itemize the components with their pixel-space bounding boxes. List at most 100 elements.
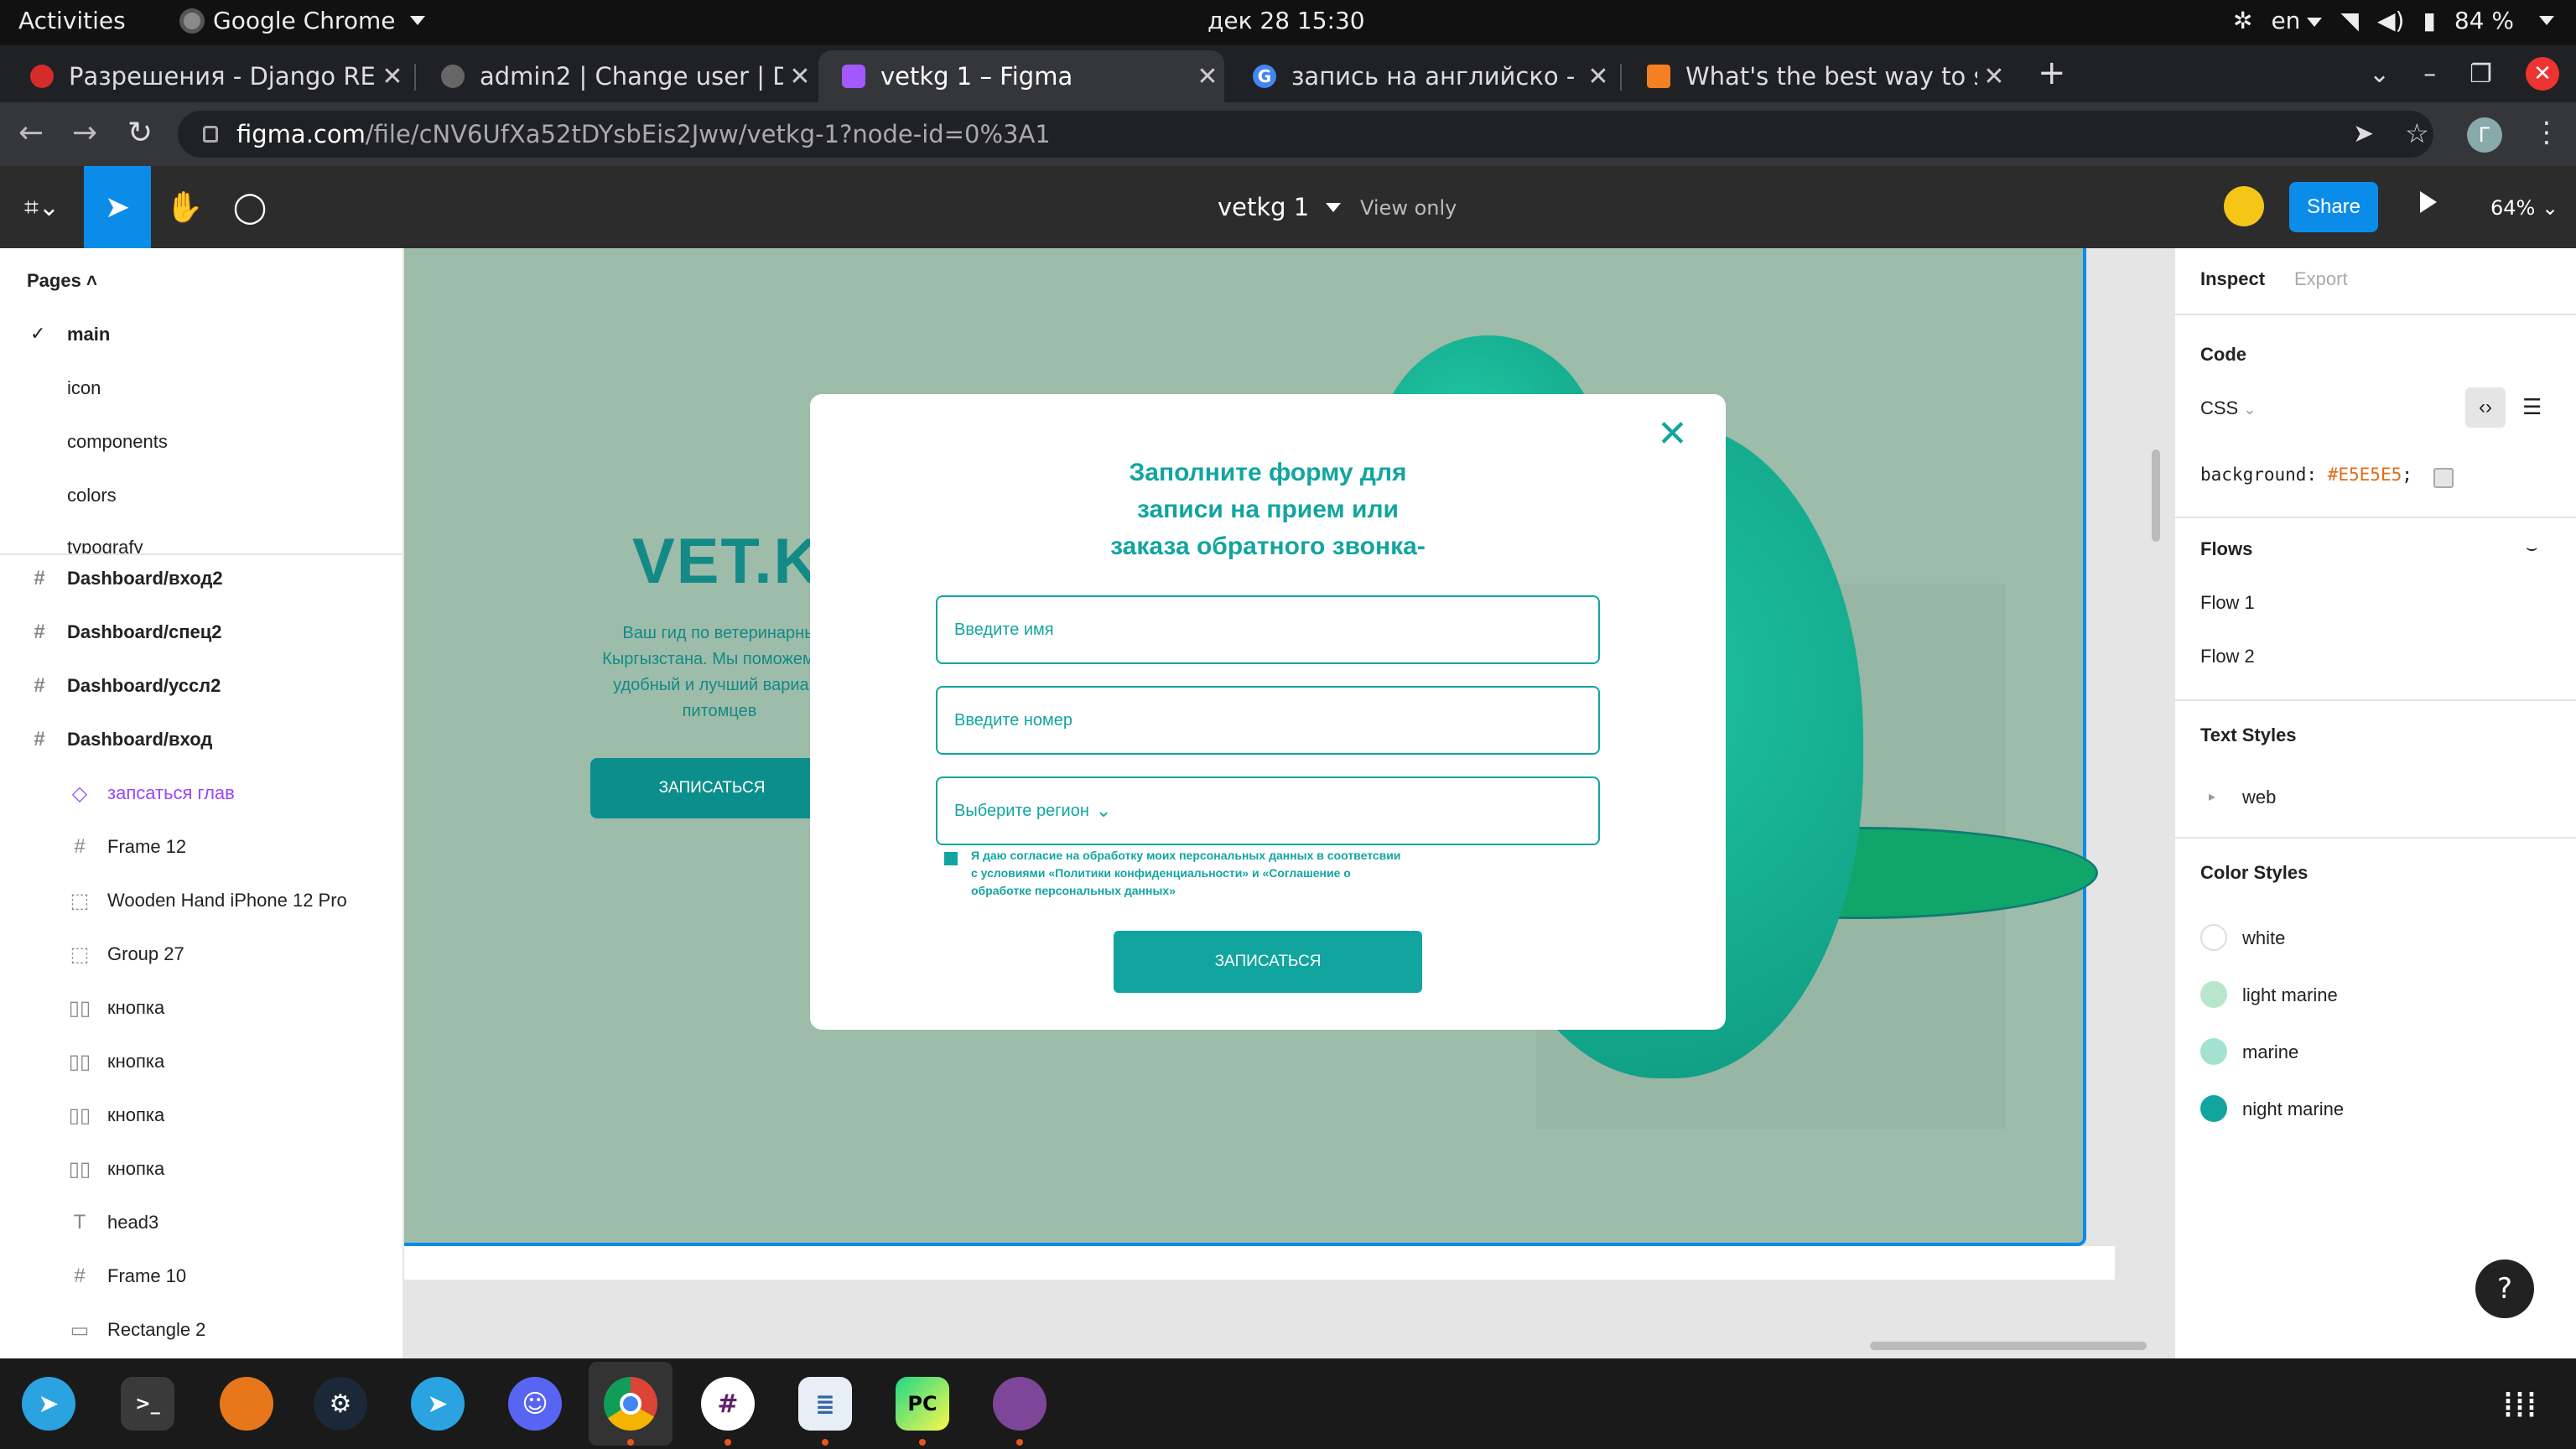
color-style-item[interactable]: light marine [2242, 984, 2338, 1006]
app-menu[interactable]: Google Chrome [179, 7, 426, 34]
layer-row[interactable]: ▭ Rectangle 2 [0, 1303, 402, 1357]
layer-row[interactable]: # Frame 10 [0, 1249, 402, 1303]
help-button[interactable]: ? [2475, 1259, 2534, 1318]
consent-checkbox[interactable] [944, 852, 958, 865]
browser-tab[interactable]: What's the best way to sto ✕ [1623, 50, 2011, 102]
layer-row[interactable]: ▯▯ кнопка [0, 1035, 402, 1088]
browser-menu-icon[interactable]: ⋮ [2532, 116, 2561, 149]
page-item-icon[interactable]: icon [67, 377, 101, 399]
layer-row[interactable]: # Dashboard/уссл2 [0, 659, 402, 713]
file-title[interactable]: vetkg 1 [1218, 193, 1342, 221]
show-applications-icon[interactable]: ⁞⁞⁞ [2502, 1384, 2537, 1426]
layer-row[interactable]: ▯▯ кнопка [0, 981, 402, 1035]
minimize-button[interactable]: – [2423, 60, 2436, 89]
zoom-level[interactable]: 64% ⌄ [2490, 196, 2558, 220]
activities-button[interactable]: Activities [18, 7, 126, 34]
send-icon[interactable]: ➤ [2353, 119, 2374, 148]
design-canvas[interactable]: VET.K Ваш гид по ветеринарны Кыргызстана… [404, 248, 2174, 1358]
layer-row[interactable]: # Frame 12 [0, 820, 402, 874]
close-window-button[interactable]: ✕ [2526, 57, 2559, 91]
color-swatch-white [2200, 924, 2227, 951]
vertical-scrollbar[interactable] [2152, 449, 2160, 542]
browser-tab[interactable]: Разрешения - Django RES ✕ [7, 50, 409, 102]
network-settings-icon[interactable]: ✲ [2233, 7, 2252, 34]
hero-signup-button[interactable]: ЗАПИСАТЬСЯ [590, 758, 834, 818]
lock-icon[interactable] [203, 126, 218, 143]
terminal-icon[interactable]: >_ [121, 1377, 174, 1431]
browser-tab[interactable]: G запись на английско - Пои ✕ [1229, 50, 1615, 102]
expand-caret-icon[interactable]: ▸ [2209, 788, 2215, 805]
pages-header[interactable]: Pages ˄ [27, 270, 97, 292]
selected-frame[interactable]: VET.K Ваш гид по ветеринарны Кыргызстана… [404, 248, 2098, 1246]
layer-row[interactable]: # Dashboard/вход [0, 713, 402, 766]
browser-tab[interactable]: admin2 | Change user | Dja ✕ [418, 50, 817, 102]
browser-tab-active[interactable]: vetkg 1 – Figma ✕ [818, 50, 1224, 102]
color-style-item[interactable]: night marine [2242, 1098, 2344, 1120]
flow-item[interactable]: Flow 2 [2200, 646, 2255, 667]
chrome-icon[interactable] [604, 1377, 657, 1431]
page-item-colors[interactable]: colors [67, 485, 117, 506]
close-tab-icon[interactable]: ✕ [376, 62, 409, 91]
telegram-icon[interactable]: ➤ [411, 1377, 465, 1431]
firefox-icon[interactable] [220, 1377, 273, 1431]
discord-icon[interactable]: ☺ [508, 1377, 562, 1431]
tab-inspect[interactable]: Inspect [2200, 268, 2265, 290]
text-editor-icon[interactable]: ≣ [798, 1377, 852, 1431]
close-tab-icon[interactable]: ✕ [783, 62, 817, 91]
clock[interactable]: дек 28 15:30 [1208, 7, 1365, 34]
comment-tool-icon[interactable]: ◯ [216, 166, 283, 248]
layer-row[interactable]: Thead3 [0, 1196, 402, 1249]
page-item-main[interactable]: main [67, 324, 110, 345]
layer-row[interactable]: ◇ запсаться глав [0, 766, 402, 820]
move-tool-icon[interactable]: ➤ [84, 166, 151, 248]
code-language-select[interactable]: CSS ⌄ [2200, 397, 2256, 419]
forward-button[interactable]: → [72, 116, 97, 150]
new-tab-button[interactable]: + [2038, 54, 2066, 92]
tab-search-icon[interactable]: ⌄ [2369, 60, 2390, 89]
list-view-icon[interactable]: ☰ [2522, 394, 2542, 420]
horizontal-scrollbar[interactable] [1870, 1342, 2147, 1350]
page-item-typografy[interactable]: typografy [67, 537, 143, 553]
share-button[interactable]: Share [2289, 182, 2378, 232]
close-tab-icon[interactable]: ✕ [1581, 62, 1615, 91]
present-play-icon[interactable] [2420, 191, 2437, 213]
slack-icon[interactable]: # [701, 1377, 755, 1431]
color-style-item[interactable]: white [2242, 927, 2285, 949]
layer-row[interactable]: ▯▯ кнопка [0, 1088, 402, 1142]
hand-tool-icon[interactable]: ✋ [151, 166, 218, 248]
reload-button[interactable]: ↻ [127, 116, 153, 150]
page-item-components[interactable]: components [67, 431, 168, 453]
booking-modal[interactable]: ✕ Заполните форму для записи на прием ил… [810, 394, 1726, 1030]
language-indicator[interactable]: en [2271, 7, 2323, 34]
restore-button[interactable]: ❐ [2470, 60, 2492, 89]
layer-row[interactable]: # Dashboard/вход2 [0, 552, 402, 605]
tor-icon[interactable] [993, 1377, 1046, 1431]
flow-item[interactable]: Flow 1 [2200, 592, 2255, 614]
profile-avatar[interactable]: Г [2467, 117, 2502, 153]
address-bar[interactable]: figma.com/file/cNV6UfXa52tDYsbEis2Jww/ve… [178, 111, 2433, 158]
bookmark-star-icon[interactable]: ☆ [2405, 117, 2429, 149]
system-tray[interactable]: ✲ en ◥ ◀) ▮ 84 % [2233, 7, 2554, 34]
layer-row[interactable]: # Dashboard/спец2 [0, 605, 402, 659]
color-style-item[interactable]: marine [2242, 1041, 2298, 1063]
region-select[interactable]: Выберите регион ⌄ [936, 776, 1600, 845]
hide-icon[interactable]: ⌣ [2526, 537, 2537, 558]
submit-button[interactable]: ЗАПИСАТЬСЯ [1114, 931, 1422, 993]
user-avatar[interactable] [2224, 186, 2264, 226]
figma-main-menu-icon[interactable]: ⌗⌄ [8, 166, 75, 248]
layer-row[interactable]: ⬚ Wooden Hand iPhone 12 Pro [0, 874, 402, 927]
code-view-icon[interactable]: ‹› [2465, 387, 2506, 428]
text-style-item[interactable]: web [2242, 787, 2276, 808]
layer-row[interactable]: ▯▯ кнопка [0, 1142, 402, 1196]
close-icon[interactable]: ✕ [1657, 413, 1688, 455]
steam-icon[interactable]: ⚙ [314, 1377, 367, 1431]
close-tab-icon[interactable]: ✕ [1191, 62, 1224, 91]
tab-export[interactable]: Export [2294, 268, 2348, 290]
telegram-icon[interactable]: ➤ [22, 1377, 75, 1431]
name-field[interactable]: Введите имя [936, 595, 1600, 664]
close-tab-icon[interactable]: ✕ [1977, 62, 2011, 91]
phone-field[interactable]: Введите номер [936, 686, 1600, 755]
pycharm-icon[interactable]: PC [896, 1377, 949, 1431]
layer-row[interactable]: ⬚ Group 27 [0, 927, 402, 981]
back-button[interactable]: ← [18, 116, 44, 150]
